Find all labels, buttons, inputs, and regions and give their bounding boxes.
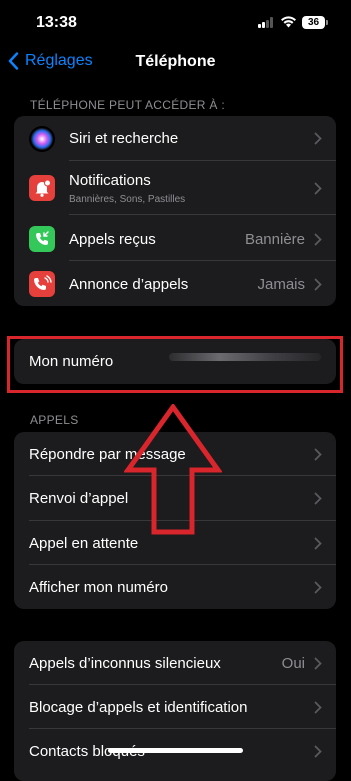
row-incoming-calls[interactable]: Appels reçus Bannière [14, 215, 336, 261]
notifications-icon [29, 175, 55, 201]
row-notifications[interactable]: Notifications Bannières, Sons, Pastilles [14, 161, 336, 215]
row-call-blocking-identification[interactable]: Blocage d’appels et identification [14, 685, 336, 729]
chevron-right-icon [314, 233, 322, 246]
status-bar: 13:38 36 [0, 0, 351, 46]
row-label: Appels reçus [69, 231, 156, 248]
access-group: Siri et recherche Notifications Bannière… [14, 116, 336, 306]
row-label: Appels d’inconnus silencieux [29, 655, 221, 672]
chevron-right-icon [314, 745, 322, 758]
chevron-right-icon [314, 537, 322, 550]
announce-calls-icon [29, 271, 55, 297]
chevron-right-icon [314, 657, 322, 670]
highlight-box [7, 336, 343, 393]
row-label: Appel en attente [29, 535, 139, 552]
blocking-group: Appels d’inconnus silencieux Oui Blocage… [14, 641, 336, 781]
chevron-right-icon [314, 448, 322, 461]
row-value: Bannière [244, 231, 305, 248]
row-label: Notifications [69, 172, 151, 189]
chevron-right-icon [314, 492, 322, 505]
section-header-access: TÉLÉPHONE PEUT ACCÉDER À : [30, 98, 225, 112]
row-siri[interactable]: Siri et recherche [14, 116, 336, 161]
siri-icon [29, 126, 55, 152]
chevron-right-icon [314, 278, 322, 291]
page-title: Téléphone [135, 53, 216, 70]
row-label: Annonce d’appels [69, 276, 189, 293]
row-label: Siri et recherche [69, 130, 179, 147]
home-indicator[interactable] [108, 748, 243, 753]
row-label: Renvoi d’appel [29, 490, 129, 507]
row-label: Blocage d’appels et identification [29, 699, 248, 716]
section-header-calls: APPELS [30, 413, 79, 427]
battery-tip [326, 20, 328, 25]
chevron-right-icon [314, 581, 322, 594]
status-time: 13:38 [36, 14, 77, 31]
row-silence-unknown-callers[interactable]: Appels d’inconnus silencieux Oui [14, 641, 336, 685]
row-show-my-caller-id[interactable]: Afficher mon numéro [14, 565, 336, 609]
row-announce-calls[interactable]: Annonce d’appels Jamais [14, 261, 336, 306]
row-subtitle: Bannières, Sons, Pastilles [69, 194, 186, 205]
battery-icon: 36 [302, 16, 325, 29]
wifi-icon [281, 16, 296, 28]
cellular-signal-icon [258, 17, 274, 28]
annotation-arrow-icon [124, 404, 222, 535]
row-value: Oui [281, 655, 305, 672]
chevron-right-icon [314, 182, 322, 195]
chevron-right-icon [314, 701, 322, 714]
incoming-calls-icon [29, 226, 55, 252]
row-value: Jamais [257, 276, 305, 293]
row-label: Afficher mon numéro [29, 579, 168, 596]
navigation-bar: Réglages Téléphone [0, 46, 351, 80]
chevron-right-icon [314, 132, 322, 145]
